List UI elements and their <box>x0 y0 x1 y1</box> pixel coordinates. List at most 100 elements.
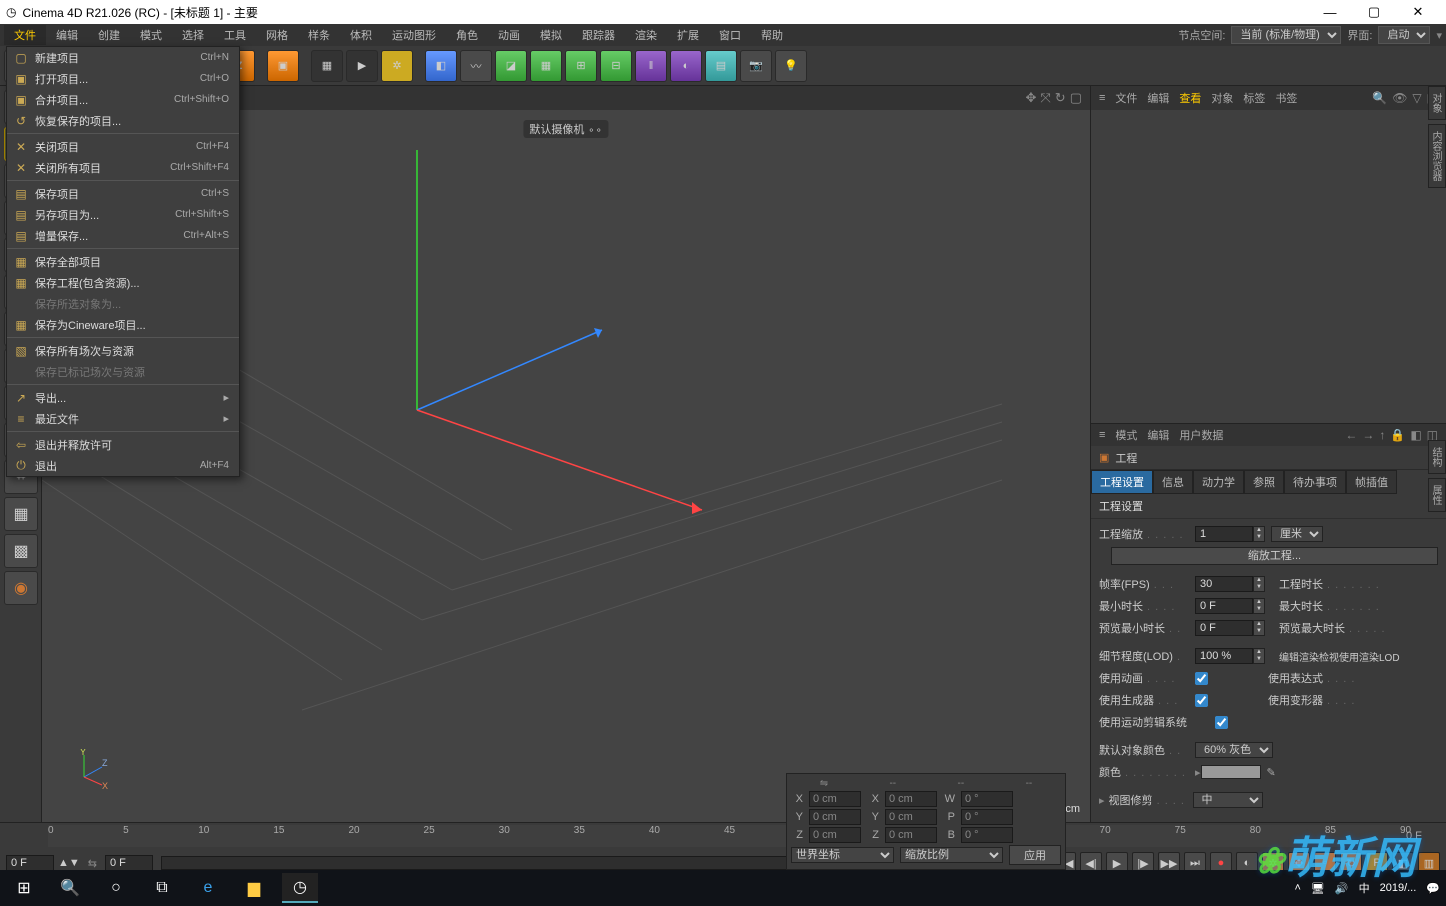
objmgr-tab-edit[interactable]: 编辑 <box>1147 90 1169 106</box>
coord-y-size[interactable] <box>885 809 937 825</box>
prop-linear-checkbox[interactable] <box>1195 822 1208 823</box>
coord-z-size[interactable] <box>885 827 937 843</box>
nav-back-icon[interactable]: ← <box>1345 428 1357 442</box>
menu-volume[interactable]: 体积 <box>340 25 382 45</box>
add-camera-button[interactable]: 📷 <box>740 50 772 82</box>
prop-scale-spinner[interactable]: ▲▼ <box>1253 526 1265 542</box>
eye-icon[interactable]: 👁 <box>1392 91 1407 105</box>
maximize-button[interactable]: ▢ <box>1352 4 1396 20</box>
file-menu-item[interactable]: ⏻退出Alt+F4 <box>7 455 239 476</box>
objmgr-tab-file[interactable]: 文件 <box>1115 90 1137 106</box>
coord-system-select[interactable]: 世界坐标 <box>791 847 894 863</box>
menu-animate[interactable]: 动画 <box>488 25 530 45</box>
add-field-button[interactable]: ◐ <box>670 50 702 82</box>
menu-edit[interactable]: 编辑 <box>46 25 88 45</box>
add-light-button[interactable]: 💡 <box>775 50 807 82</box>
menu-create[interactable]: 创建 <box>88 25 130 45</box>
tab-dynamics[interactable]: 动力学 <box>1193 470 1244 494</box>
menu-window[interactable]: 窗口 <box>709 25 751 45</box>
start-button[interactable]: ⊞ <box>6 873 42 903</box>
add-array-button[interactable]: ⊞ <box>565 50 597 82</box>
objmgr-tab-bookmarks[interactable]: 书签 <box>1275 90 1297 106</box>
tray-time[interactable]: 2019/... <box>1380 882 1417 894</box>
prop-useanim-checkbox[interactable] <box>1195 672 1208 685</box>
coord-scale-select[interactable]: 缩放比例 <box>900 847 1003 863</box>
prop-scale-unit[interactable]: 厘米 <box>1271 526 1323 542</box>
prop-prevmin-input[interactable] <box>1195 620 1253 636</box>
render-settings-button[interactable]: ✲ <box>381 50 413 82</box>
prop-lod-spinner[interactable]: ▲▼ <box>1253 648 1265 664</box>
transport-start-spinner[interactable]: ▲▼ <box>58 857 80 869</box>
prop-viewclip-select[interactable]: 中 <box>1193 792 1263 808</box>
tray-up-icon[interactable]: ˄ <box>1294 882 1300 894</box>
menu-mesh[interactable]: 网格 <box>256 25 298 45</box>
attrmgr-mode[interactable]: 模式 <box>1115 427 1137 443</box>
nav-up-icon[interactable]: ↑ <box>1379 428 1385 442</box>
menu-help[interactable]: 帮助 <box>751 25 793 45</box>
minimize-button[interactable]: — <box>1308 5 1352 20</box>
attribute-scroll[interactable]: 工程缩放 . . . . . ▲▼ 厘米 缩放工程... 帧率(FPS) . .… <box>1091 519 1446 822</box>
tab-referencing[interactable]: 参照 <box>1244 470 1284 494</box>
add-environment-button[interactable]: ▤ <box>705 50 737 82</box>
taskview-button[interactable]: ⧉ <box>144 873 180 903</box>
file-menu-item[interactable]: ⇦退出并释放许可 <box>7 434 239 455</box>
file-menu-item[interactable]: ✕关闭项目Ctrl+F4 <box>7 136 239 157</box>
file-menu-item[interactable]: ▢新建项目Ctrl+N <box>7 47 239 68</box>
cortana-button[interactable]: ○ <box>98 873 134 903</box>
file-menu-item[interactable]: ▦保存为Cineware项目... <box>7 314 239 335</box>
sidetab-object[interactable]: 对象 <box>1428 86 1446 120</box>
file-menu-item[interactable]: ↗导出...▸ <box>7 387 239 408</box>
file-menu-item[interactable]: ▦保存全部项目 <box>7 251 239 272</box>
add-generator-button[interactable]: ◪ <box>495 50 527 82</box>
attrmgr-menu-icon[interactable]: ≡ <box>1099 429 1105 441</box>
search-icon[interactable]: 🔍 <box>1372 91 1387 105</box>
file-menu-item[interactable]: ▣打开项目...Ctrl+O <box>7 68 239 89</box>
prop-lod-input[interactable] <box>1195 648 1253 664</box>
timeline-scrollbar[interactable] <box>161 856 864 870</box>
viewport-toggle-icon[interactable]: ▢ <box>1070 90 1082 106</box>
add-cube-button[interactable]: ◧ <box>425 50 457 82</box>
transport-start-input[interactable] <box>6 855 54 871</box>
locked-workplane-button[interactable]: ▩ <box>4 534 38 568</box>
edge-button[interactable]: e <box>190 873 226 903</box>
objmgr-tab-object[interactable]: 对象 <box>1211 90 1233 106</box>
tray-ime-icon[interactable]: 中 <box>1359 880 1370 896</box>
objmgr-menu-icon[interactable]: ≡ <box>1099 92 1105 104</box>
coord-apply-button[interactable]: 应用 <box>1009 845 1061 865</box>
lock-icon[interactable]: 🔒 <box>1390 428 1405 442</box>
prop-usemotion-checkbox[interactable] <box>1215 716 1228 729</box>
coord-z-pos[interactable] <box>809 827 861 843</box>
sidetab-struct[interactable]: 结构 <box>1428 440 1446 474</box>
tab-todo[interactable]: 待办事项 <box>1284 470 1346 494</box>
add-instance-button[interactable]: ⊟ <box>600 50 632 82</box>
layout-select[interactable]: 启动 <box>1378 26 1430 44</box>
file-menu-item[interactable]: ≡最近文件▸ <box>7 408 239 429</box>
menu-file[interactable]: 文件 <box>4 25 46 45</box>
menu-spline[interactable]: 样条 <box>298 25 340 45</box>
cube-primitive-button[interactable]: ▣ <box>267 50 299 82</box>
add-spline-button[interactable]: 〰 <box>460 50 492 82</box>
viewport-zoom-icon[interactable]: ⤧ <box>1040 90 1050 106</box>
add-subdiv-button[interactable]: ▦ <box>530 50 562 82</box>
coord-x-size[interactable] <box>885 791 937 807</box>
prop-color-swatch[interactable] <box>1201 765 1261 779</box>
file-menu-item[interactable]: ▦保存工程(包含资源)... <box>7 272 239 293</box>
nav-fwd-icon[interactable]: → <box>1362 428 1374 442</box>
explorer-button[interactable]: ▆ <box>236 873 272 903</box>
render-view-button[interactable]: ▦ <box>311 50 343 82</box>
prop-mintime-input[interactable] <box>1195 598 1253 614</box>
nodespace-select[interactable]: 当前 (标准/物理) <box>1231 26 1341 44</box>
render-picture-button[interactable]: ▶ <box>346 50 378 82</box>
c4d-taskbar-button[interactable]: ◷ <box>282 873 318 903</box>
menu-tracker[interactable]: 跟踪器 <box>572 25 625 45</box>
tray-volume-icon[interactable]: 🔊 <box>1335 882 1349 895</box>
menu-render[interactable]: 渲染 <box>625 25 667 45</box>
file-menu-item[interactable]: ▧保存所有场次与资源 <box>7 340 239 361</box>
prop-scale-input[interactable] <box>1195 526 1253 542</box>
new-icon[interactable]: ◧ <box>1410 428 1421 442</box>
planar-workplane-button[interactable]: ◉ <box>4 571 38 605</box>
menu-select[interactable]: 选择 <box>172 25 214 45</box>
prop-defcolor-select[interactable]: 60% 灰色 <box>1195 742 1273 758</box>
attrmgr-edit[interactable]: 编辑 <box>1147 427 1169 443</box>
transport-current-input[interactable] <box>105 855 153 871</box>
